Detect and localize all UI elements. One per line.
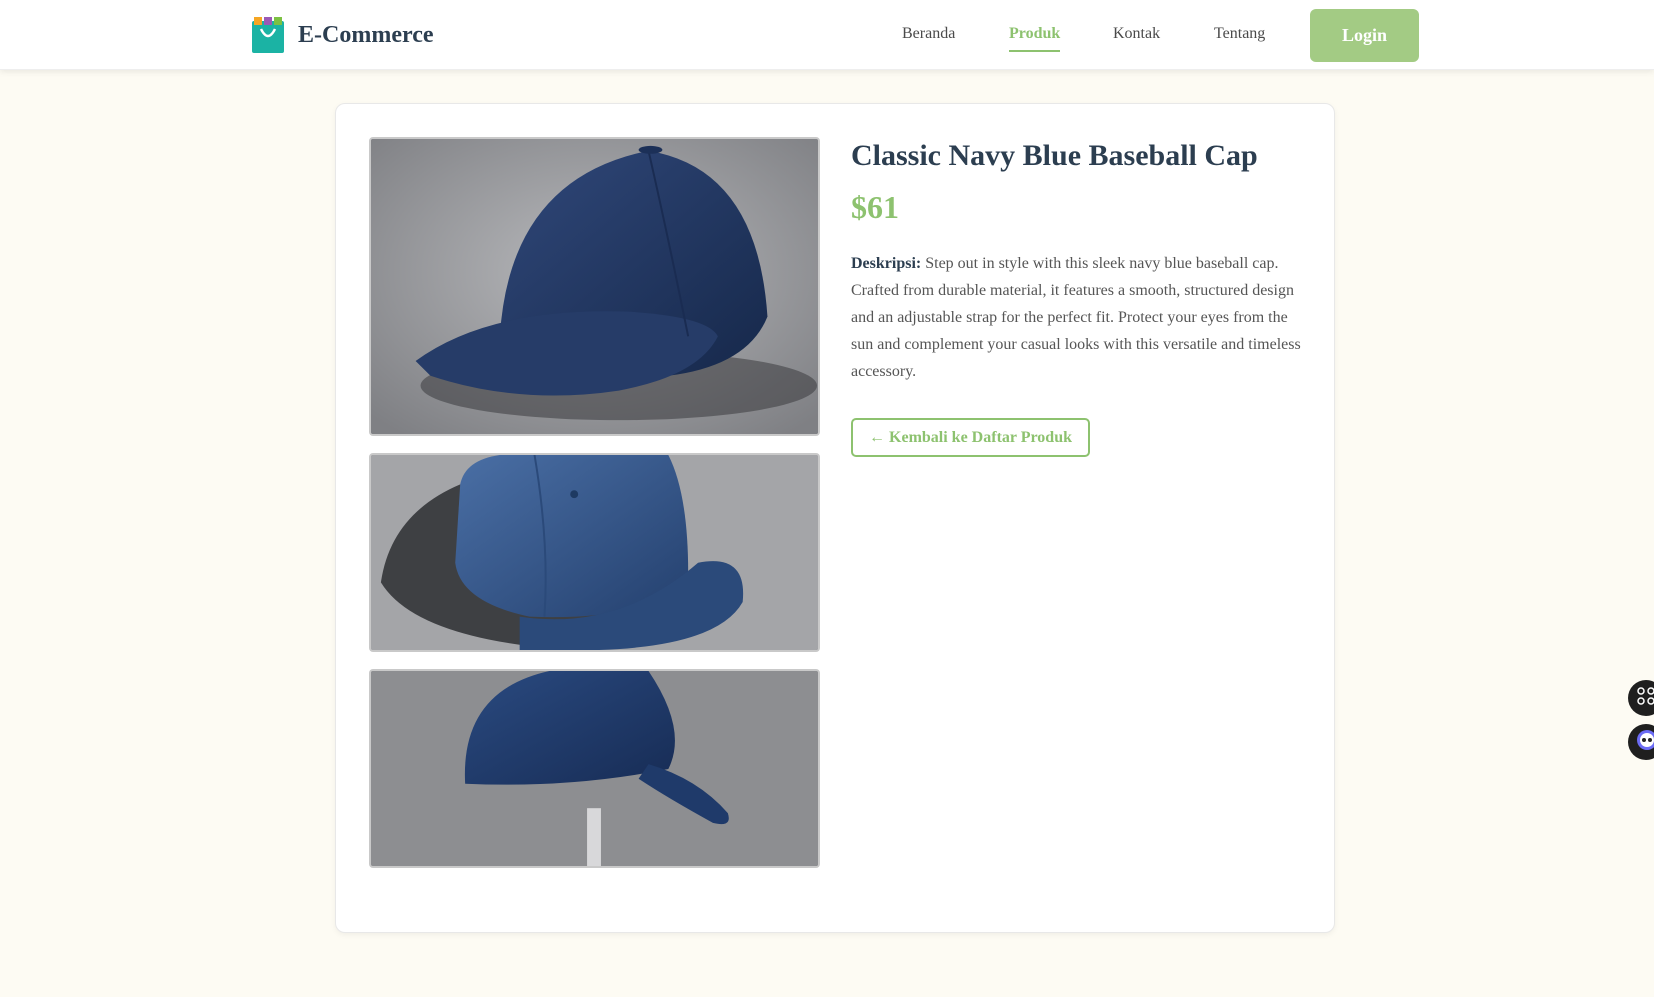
cap-photo-angle bbox=[371, 671, 818, 866]
nav-produk-label: Produk bbox=[1009, 25, 1061, 42]
product-image-angle[interactable] bbox=[369, 669, 820, 868]
active-nav-underline bbox=[1009, 50, 1061, 52]
assistant-widget-button[interactable] bbox=[1628, 724, 1654, 760]
nav-produk[interactable]: Produk bbox=[1009, 25, 1061, 52]
product-image-side[interactable] bbox=[369, 453, 820, 652]
product-title: Classic Navy Blue Baseball Cap bbox=[851, 139, 1258, 172]
cap-photo-front bbox=[371, 139, 818, 434]
navbar: E-Commerce Beranda Produk Kontak Tentang… bbox=[0, 0, 1654, 70]
assistant-icon bbox=[1636, 729, 1654, 756]
nav-kontak[interactable]: Kontak bbox=[1113, 25, 1160, 43]
login-button[interactable]: Login bbox=[1310, 9, 1419, 62]
nav-tentang[interactable]: Tentang bbox=[1214, 25, 1265, 43]
nav-beranda[interactable]: Beranda bbox=[902, 25, 955, 43]
product-detail-card: Classic Navy Blue Baseball Cap $61 Deskr… bbox=[335, 103, 1335, 933]
description-label: Deskripsi: bbox=[851, 255, 922, 272]
shopping-bag-icon bbox=[252, 17, 284, 53]
brand-name: E-Commerce bbox=[298, 21, 434, 48]
brand[interactable]: E-Commerce bbox=[252, 17, 434, 53]
grid-widget-button[interactable] bbox=[1628, 680, 1654, 716]
description-text: Step out in style with this sleek navy b… bbox=[851, 255, 1301, 380]
product-image-front[interactable] bbox=[369, 137, 820, 436]
back-to-list-button[interactable]: ← Kembali ke Daftar Produk bbox=[851, 418, 1090, 457]
product-price: $61 bbox=[851, 189, 899, 225]
grid-icon bbox=[1636, 686, 1654, 711]
cap-photo-side bbox=[371, 455, 818, 650]
product-description: Deskripsi: Step out in style with this s… bbox=[851, 250, 1306, 385]
